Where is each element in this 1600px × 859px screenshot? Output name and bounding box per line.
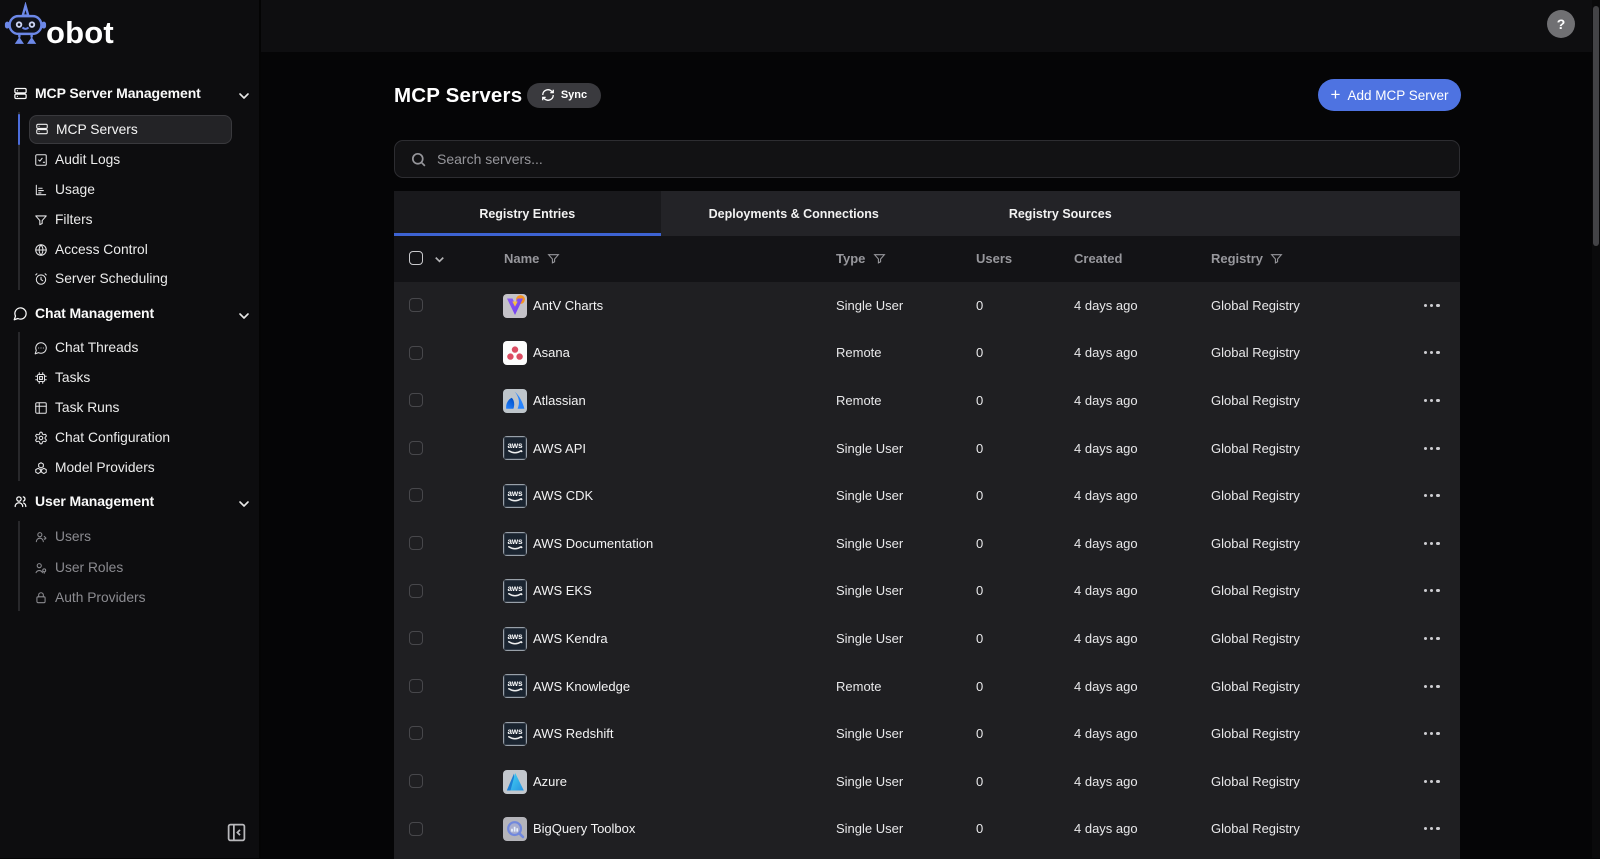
- svg-text:aws: aws: [507, 584, 523, 593]
- svg-text:aws: aws: [507, 489, 523, 498]
- svg-text:aws: aws: [507, 632, 523, 641]
- svg-text:aws: aws: [507, 727, 523, 736]
- svg-text:aws: aws: [507, 441, 523, 450]
- svg-text:aws: aws: [507, 537, 523, 546]
- svg-text:aws: aws: [507, 679, 523, 688]
